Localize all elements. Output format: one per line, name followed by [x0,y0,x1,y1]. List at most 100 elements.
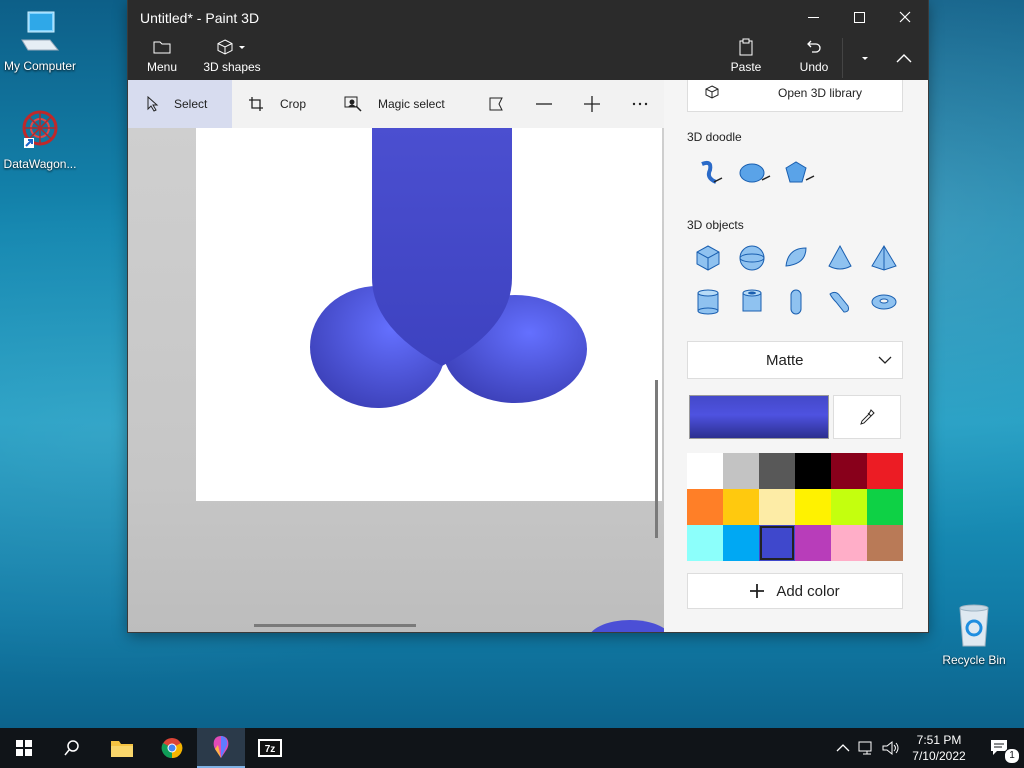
vertical-scrollbar[interactable] [655,380,658,538]
color-swatch[interactable] [687,489,723,525]
color-swatch[interactable] [723,489,759,525]
flag-icon [489,97,503,111]
maximize-button[interactable] [836,0,882,34]
tube-object-icon[interactable] [738,288,766,316]
search-button[interactable] [48,728,96,768]
magic-select-tool[interactable]: Magic select [344,80,464,128]
desktop-icon-my-computer[interactable]: My Computer [0,10,80,73]
folder-icon [153,41,171,54]
cylinder-object-icon[interactable] [694,288,722,316]
clipboard-icon [739,38,753,56]
paste-button[interactable]: Paste [726,38,766,78]
desktop-icon-recycle-bin[interactable]: Recycle Bin [934,602,1014,667]
pyramid-object-icon[interactable] [870,244,898,272]
desktop-icon-datawagon[interactable]: DataWagon... [0,108,80,171]
search-icon [64,740,79,756]
volume-icon[interactable] [882,740,900,756]
sticker-flag-tool[interactable] [480,80,512,128]
undo-label: Undo [799,60,829,74]
zoom-out-button[interactable] [528,80,560,128]
color-swatch[interactable] [831,489,867,525]
cone-object-icon[interactable] [826,244,854,272]
color-swatch[interactable] [867,489,903,525]
action-center-button[interactable]: 1 [976,728,1024,768]
computer-icon [0,10,80,57]
crop-tool[interactable]: Crop [246,80,326,128]
taskbar: 7z 7:51 PM 7/10/2022 1 [0,728,1024,768]
color-swatch[interactable] [795,489,831,525]
tools-toolbar: Select Crop Magic select [128,80,664,128]
undo-icon [807,40,821,53]
chevron-down-icon [878,356,892,364]
color-swatch[interactable] [867,453,903,489]
sharp-doodle-icon[interactable] [696,158,724,186]
hemisphere-object-icon[interactable] [782,244,810,272]
color-swatch[interactable] [831,453,867,489]
chevron-down-icon [239,46,245,49]
add-color-button[interactable]: Add color [687,573,903,609]
color-palette [687,453,903,561]
clock-date: 7/10/2022 [912,749,966,763]
color-swatch[interactable] [759,489,795,525]
3d-doodle-title: 3D doodle [687,130,742,144]
cube-icon [217,39,233,55]
chevron-up-icon [896,54,912,63]
canvas-area[interactable] [128,128,664,632]
color-swatch[interactable] [723,453,759,489]
tube-doodle-icon[interactable] [782,158,816,186]
curved-cylinder-object-icon[interactable] [826,288,854,316]
3d-model[interactable] [128,128,664,632]
cube-object-icon[interactable] [694,244,722,272]
color-swatch[interactable] [687,525,723,561]
sphere-object-icon[interactable] [738,244,766,272]
eyedropper-button[interactable] [833,395,901,439]
more-icon [632,102,648,106]
chrome-icon [161,738,183,759]
3d-shapes-button[interactable]: 3D shapes [200,38,264,78]
crop-label: Crop [280,97,307,111]
more-ribbon-button[interactable] [842,38,887,78]
taskbar-7zip[interactable]: 7z [246,728,294,768]
chevron-down-icon [862,57,868,60]
7zip-icon: 7z [258,739,282,757]
zoom-in-button[interactable] [576,80,608,128]
open-3d-library-button[interactable]: Open 3D library [687,80,903,112]
clock[interactable]: 7:51 PM 7/10/2022 [904,728,974,768]
more-tools-button[interactable] [624,80,656,128]
network-icon[interactable] [858,740,876,756]
collapse-ribbon-button[interactable] [882,38,926,78]
minimize-button[interactable] [790,0,836,34]
capsule-object-icon[interactable] [782,288,810,316]
soft-doodle-icon[interactable] [738,158,772,186]
crop-icon [249,97,263,111]
current-color-swatch[interactable] [689,395,829,439]
taskbar-file-explorer[interactable] [98,728,146,768]
color-swatch[interactable] [795,525,831,561]
close-button[interactable] [882,0,928,34]
3d-shapes-label: 3D shapes [203,60,261,74]
color-swatch[interactable] [831,525,867,561]
color-swatch[interactable] [687,453,723,489]
datawagon-icon [0,108,80,155]
torus-object-icon[interactable] [870,288,898,316]
minimize-icon [807,16,819,18]
select-tool[interactable]: Select [128,80,232,128]
color-swatch[interactable] [723,525,759,561]
chevron-up-icon[interactable] [836,743,850,753]
material-dropdown[interactable]: Matte [687,341,903,379]
start-button[interactable] [0,728,48,768]
undo-button[interactable]: Undo [794,38,834,78]
horizontal-scrollbar[interactable] [254,624,416,627]
taskbar-paint3d[interactable] [197,728,245,768]
color-swatch[interactable] [759,525,795,561]
magic-select-label: Magic select [378,97,445,111]
color-swatch[interactable] [795,453,831,489]
material-dropdown-value: Matte [766,351,804,369]
taskbar-chrome[interactable] [148,728,196,768]
desktop-icon-label: Recycle Bin [942,653,1006,667]
menu-button[interactable]: Menu [142,38,182,78]
select-label: Select [174,97,208,111]
svg-text:7z: 7z [265,744,276,755]
color-swatch[interactable] [867,525,903,561]
color-swatch[interactable] [759,453,795,489]
